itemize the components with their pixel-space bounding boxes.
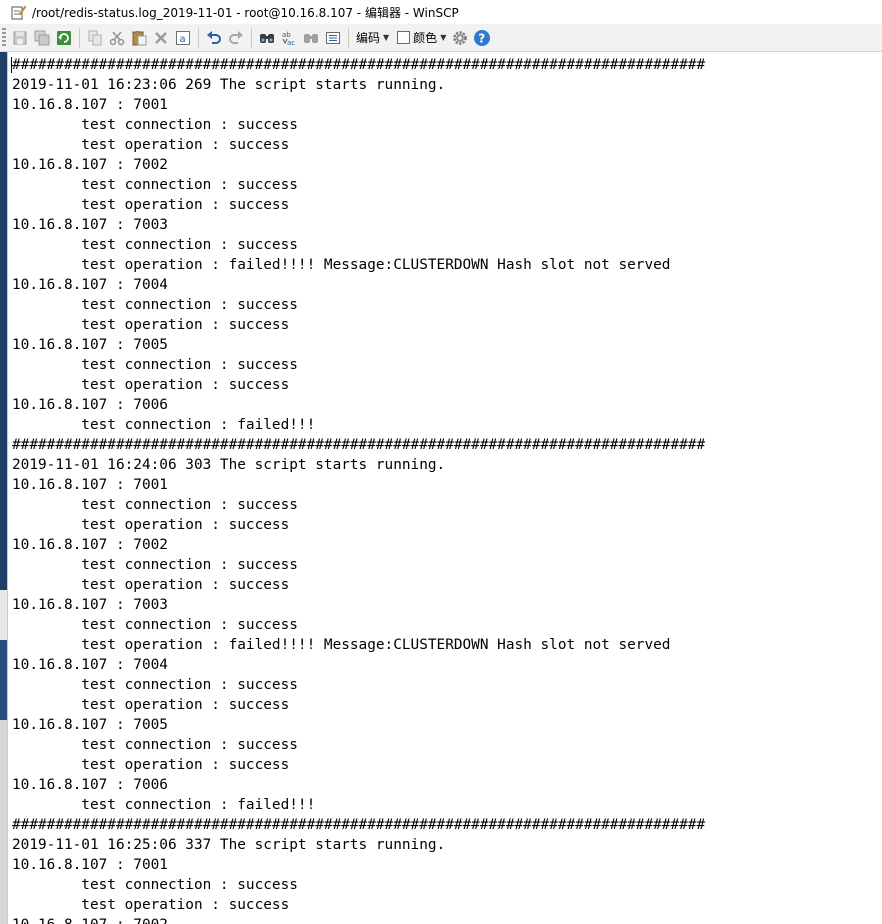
gear-icon[interactable] <box>450 28 470 48</box>
encoding-dropdown[interactable]: 编码 ▼ <box>356 29 389 46</box>
background-window-strip <box>0 640 7 720</box>
toolbar-separator <box>79 27 80 48</box>
cut-icon[interactable] <box>107 28 127 48</box>
editor-content[interactable]: ########################################… <box>12 55 705 924</box>
toolbar-separator <box>198 27 199 48</box>
select-all-icon[interactable]: a <box>173 28 193 48</box>
svg-text:?: ? <box>479 31 486 45</box>
delete-icon[interactable] <box>151 28 171 48</box>
toolbar-separator <box>251 27 252 48</box>
background-window-strip <box>0 590 7 640</box>
save-all-icon[interactable] <box>32 28 52 48</box>
help-icon[interactable]: ? <box>472 28 492 48</box>
copy-icon[interactable] <box>85 28 105 48</box>
undo-icon[interactable] <box>204 28 224 48</box>
find-icon[interactable] <box>257 28 277 48</box>
reload-icon[interactable] <box>54 28 74 48</box>
toolbar-separator <box>348 27 349 48</box>
encoding-label: 编码 <box>356 31 381 45</box>
title-bar: /root/redis-status.log_2019-11-01 - root… <box>0 0 882 24</box>
svg-text:ac: ac <box>287 39 295 46</box>
text-editor[interactable]: ########################################… <box>7 52 882 924</box>
find-next-icon[interactable] <box>301 28 321 48</box>
redo-icon[interactable] <box>226 28 246 48</box>
background-window-strip <box>0 720 7 924</box>
replace-icon[interactable]: ab ac <box>279 28 299 48</box>
toolbar: a ab ac 编码 ▼ 颜色 ▼ ? <box>0 24 882 52</box>
chevron-down-icon: ▼ <box>383 33 390 42</box>
background-window-strip <box>0 52 7 590</box>
svg-text:a: a <box>180 34 186 45</box>
goto-line-icon[interactable] <box>323 28 343 48</box>
svg-text:ab: ab <box>282 31 291 39</box>
window-title: /root/redis-status.log_2019-11-01 - root… <box>32 5 459 20</box>
paste-icon[interactable] <box>129 28 149 48</box>
color-swatch <box>397 31 411 44</box>
save-icon[interactable] <box>10 28 30 48</box>
chevron-down-icon: ▼ <box>440 33 447 42</box>
editor-icon <box>11 5 26 20</box>
color-dropdown[interactable]: 颜色 ▼ <box>395 29 446 46</box>
window-left-edge <box>0 52 7 924</box>
toolbar-grip[interactable] <box>2 27 6 48</box>
color-label: 颜色 <box>413 31 438 45</box>
